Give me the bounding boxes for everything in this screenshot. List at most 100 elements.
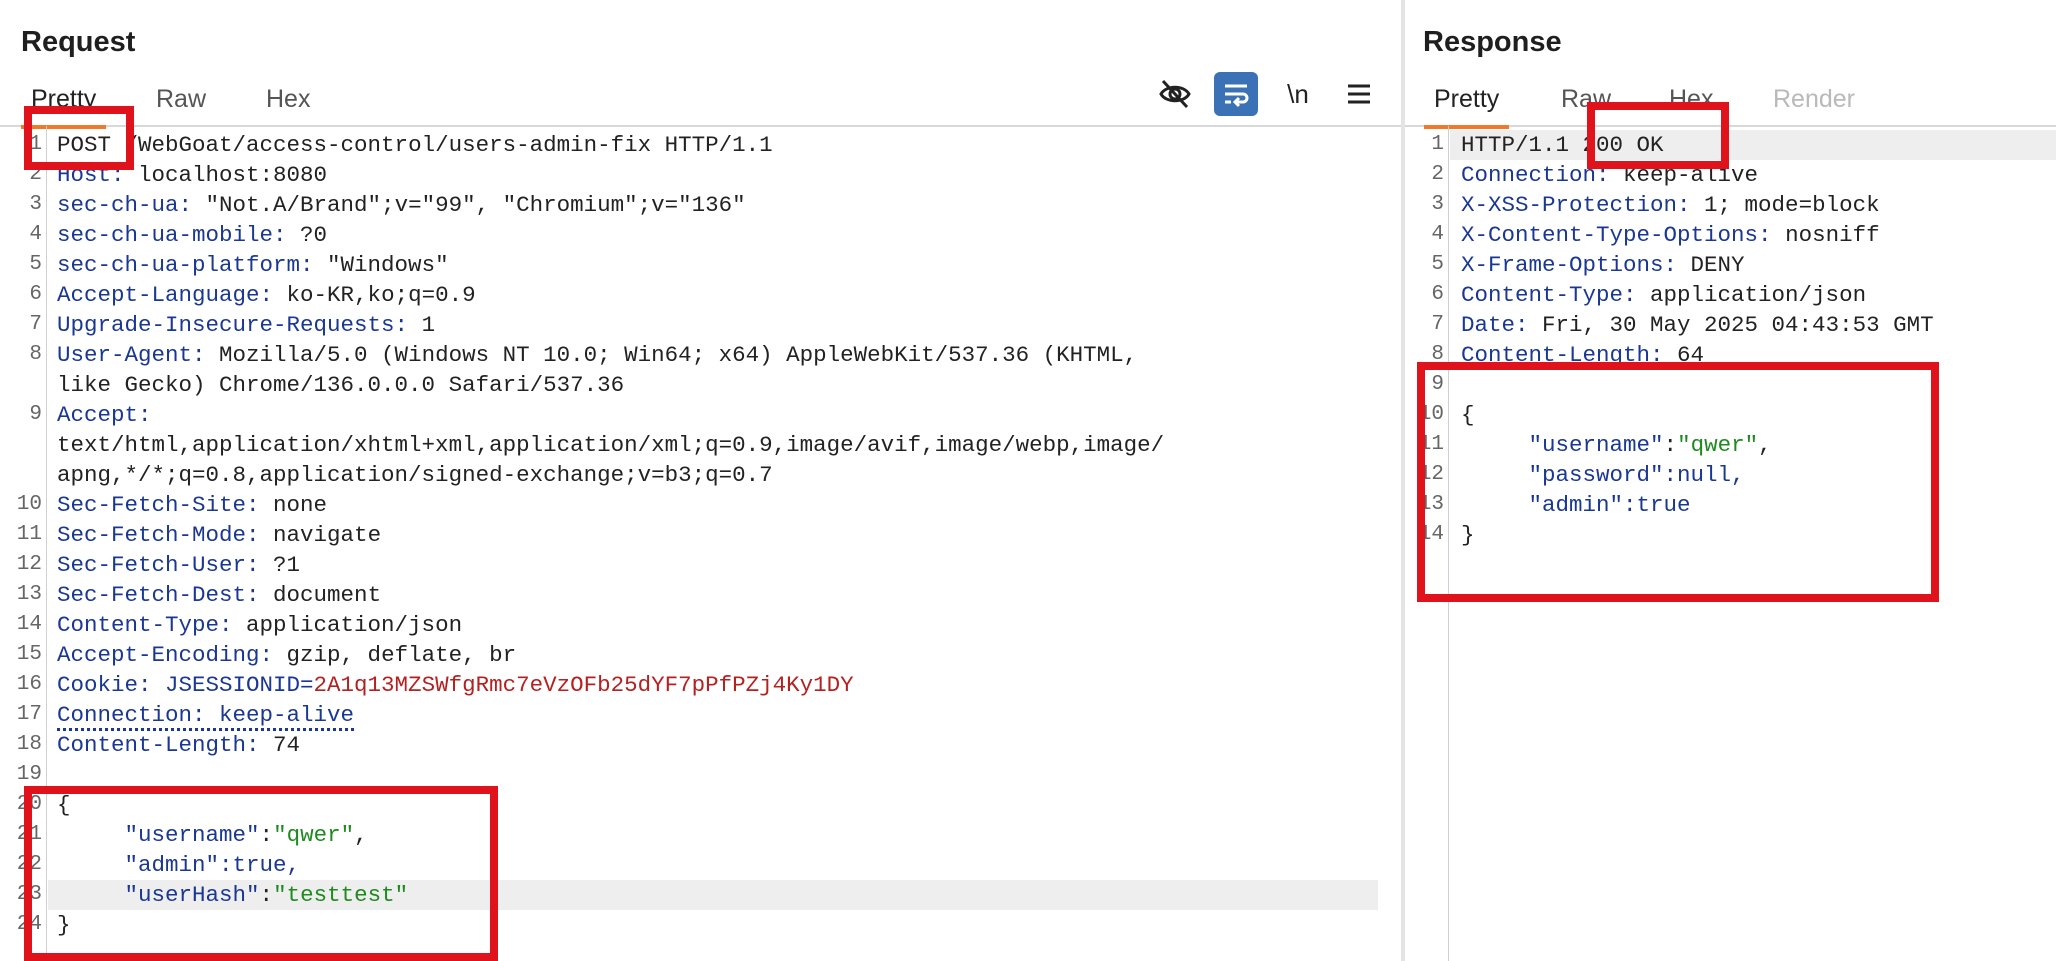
code-token: "admin" [1461,492,1624,518]
code-line: Sec-Fetch-Mode: navigate [57,520,381,550]
code-token: :true [1623,492,1691,518]
newline-icon[interactable]: \n [1276,72,1320,116]
response-tab-pretty[interactable]: Pretty [1423,85,1510,129]
code-token: 2A1q13MZSWfgRmc7eVzOFb25dYF7pPfPZj4Ky1DY [313,672,854,698]
code-token: Sec-Fetch-Mode: [57,522,260,548]
code-line: Sec-Fetch-Site: none [57,490,327,520]
code-line: "userHash":"testtest" [57,880,409,910]
line-number: 5 [1431,253,1444,276]
code-line: X-XSS-Protection: 1; mode=block [1461,190,1880,220]
code-token: Sec-Fetch-User: [57,552,260,578]
line-number: 1 [29,133,42,156]
response-editor[interactable]: 1 HTTP/1.1 200 OK 2 Connection: keep-alive 3… [1405,126,2056,961]
line-number: 6 [1431,283,1444,306]
code-line: Content-Type: application/json [57,610,462,640]
code-line: HTTP/1.1 200 OK [1461,130,1664,160]
code-line: "username":"qwer", [57,820,368,850]
code-line: text/html,application/xhtml+xml,applicat… [57,430,1164,460]
code-token: X-Frame-Options: [1461,252,1678,278]
line-number: 19 [16,763,42,786]
code-line: sec-ch-ua: "Not.A/Brand";v="99", "Chromi… [57,190,746,220]
line-number: 9 [1431,373,1444,396]
code-token: "password" [1461,462,1664,488]
line-number: 2 [1431,163,1444,186]
code-token: X-Content-Type-Options: [1461,222,1772,248]
code-line: Date: Fri, 30 May 2025 04:43:53 GMT [1461,310,1934,340]
code-token: application/json [1636,282,1867,308]
code-line: Accept-Encoding: gzip, deflate, br [57,640,516,670]
line-number: 20 [16,793,42,816]
code-token: 64 [1663,342,1705,368]
request-tab-hex[interactable]: Hex [266,85,310,114]
code-token: localhost:8080 [124,162,328,188]
code-token: { [1461,402,1475,428]
code-token: "username" [1461,432,1664,458]
line-number: 7 [1431,313,1444,336]
code-line: Connection: keep-alive [57,700,355,731]
line-number: 7 [29,313,42,336]
line-number: 14 [1418,523,1444,546]
line-number: 11 [1418,433,1444,456]
code-line: sec-ch-ua-mobile: ?0 [57,220,327,250]
code-token: , [1758,432,1772,458]
line-number: 10 [16,493,42,516]
line-number: 21 [16,823,42,846]
code-token: document [259,582,382,608]
response-tab-raw[interactable]: Raw [1561,85,1611,114]
line-number: 4 [29,223,42,246]
code-token: sec-ch-ua: [57,192,193,218]
response-tab-render[interactable]: Render [1773,85,1855,114]
line-number: 12 [16,553,42,576]
code-line: POST /WebGoat/access-control/users-admin… [57,130,773,160]
code-token: : [259,882,274,908]
code-line: } [1461,520,1475,550]
line-number: 8 [29,343,42,366]
code-token: Fri, 30 May 2025 04:43:53 GMT [1528,312,1934,338]
code-token: ?1 [259,552,301,578]
request-editor[interactable]: 1 POST /WebGoat/access-control/users-admi… [0,126,1401,961]
code-token: Cookie: [57,672,152,698]
code-token: , [354,822,368,848]
code-line: Host: localhost:8080 [57,160,327,190]
code-token: "qwer" [273,822,355,848]
code-line: Content-Type: application/json [1461,280,1866,310]
code-token: "Not.A/Brand";v="99", "Chromium";v="136" [192,192,746,218]
line-number: 23 [16,883,42,906]
line-number: 18 [16,733,42,756]
code-token: application/json [232,612,463,638]
code-line: "password":null, [1461,460,1745,490]
code-token: { [57,792,71,818]
code-token: Mozilla/5.0 (Windows NT 10.0; Win64; x64… [205,342,1138,368]
line-number: 13 [16,583,42,606]
code-token: apng,*/*;q=0.8,application/signed-exchan… [57,462,773,488]
code-token: Host: [57,162,125,188]
line-number: 2 [29,163,42,186]
line-number: 1 [1431,133,1444,156]
eye-off-icon[interactable] [1153,72,1197,116]
code-line: "admin":true, [57,850,301,880]
menu-icon[interactable] [1337,72,1381,116]
code-token: Upgrade-Insecure-Requests: [57,312,409,338]
code-token: Connection: [1461,162,1610,188]
code-token: nosniff [1771,222,1880,248]
code-token: 1; mode=block [1690,192,1880,218]
code-token: : [1663,432,1678,458]
line-number: 8 [1431,343,1444,366]
code-line: Accept-Language: ko-KR,ko;q=0.9 [57,280,476,310]
request-tab-raw[interactable]: Raw [156,85,206,114]
code-line: User-Agent: Mozilla/5.0 (Windows NT 10.0… [57,340,1137,370]
code-line: Content-Length: 64 [1461,340,1704,370]
line-number: 22 [16,853,42,876]
request-title: Request [21,26,136,58]
code-line: apng,*/*;q=0.8,application/signed-exchan… [57,460,773,490]
line-number: 3 [1431,193,1444,216]
code-line: Cookie: JSESSIONID=2A1q13MZSWfgRmc7eVzOF… [57,670,854,700]
wrap-lines-icon[interactable] [1214,72,1258,116]
code-token: keep-alive [1609,162,1759,188]
code-token: Content-Length: [1461,342,1664,368]
line-number: 5 [29,253,42,276]
response-tab-hex[interactable]: Hex [1669,85,1713,114]
request-tab-pretty[interactable]: Pretty [20,85,107,129]
code-token: Date: [1461,312,1529,338]
code-token: sec-ch-ua-platform: [57,252,314,278]
